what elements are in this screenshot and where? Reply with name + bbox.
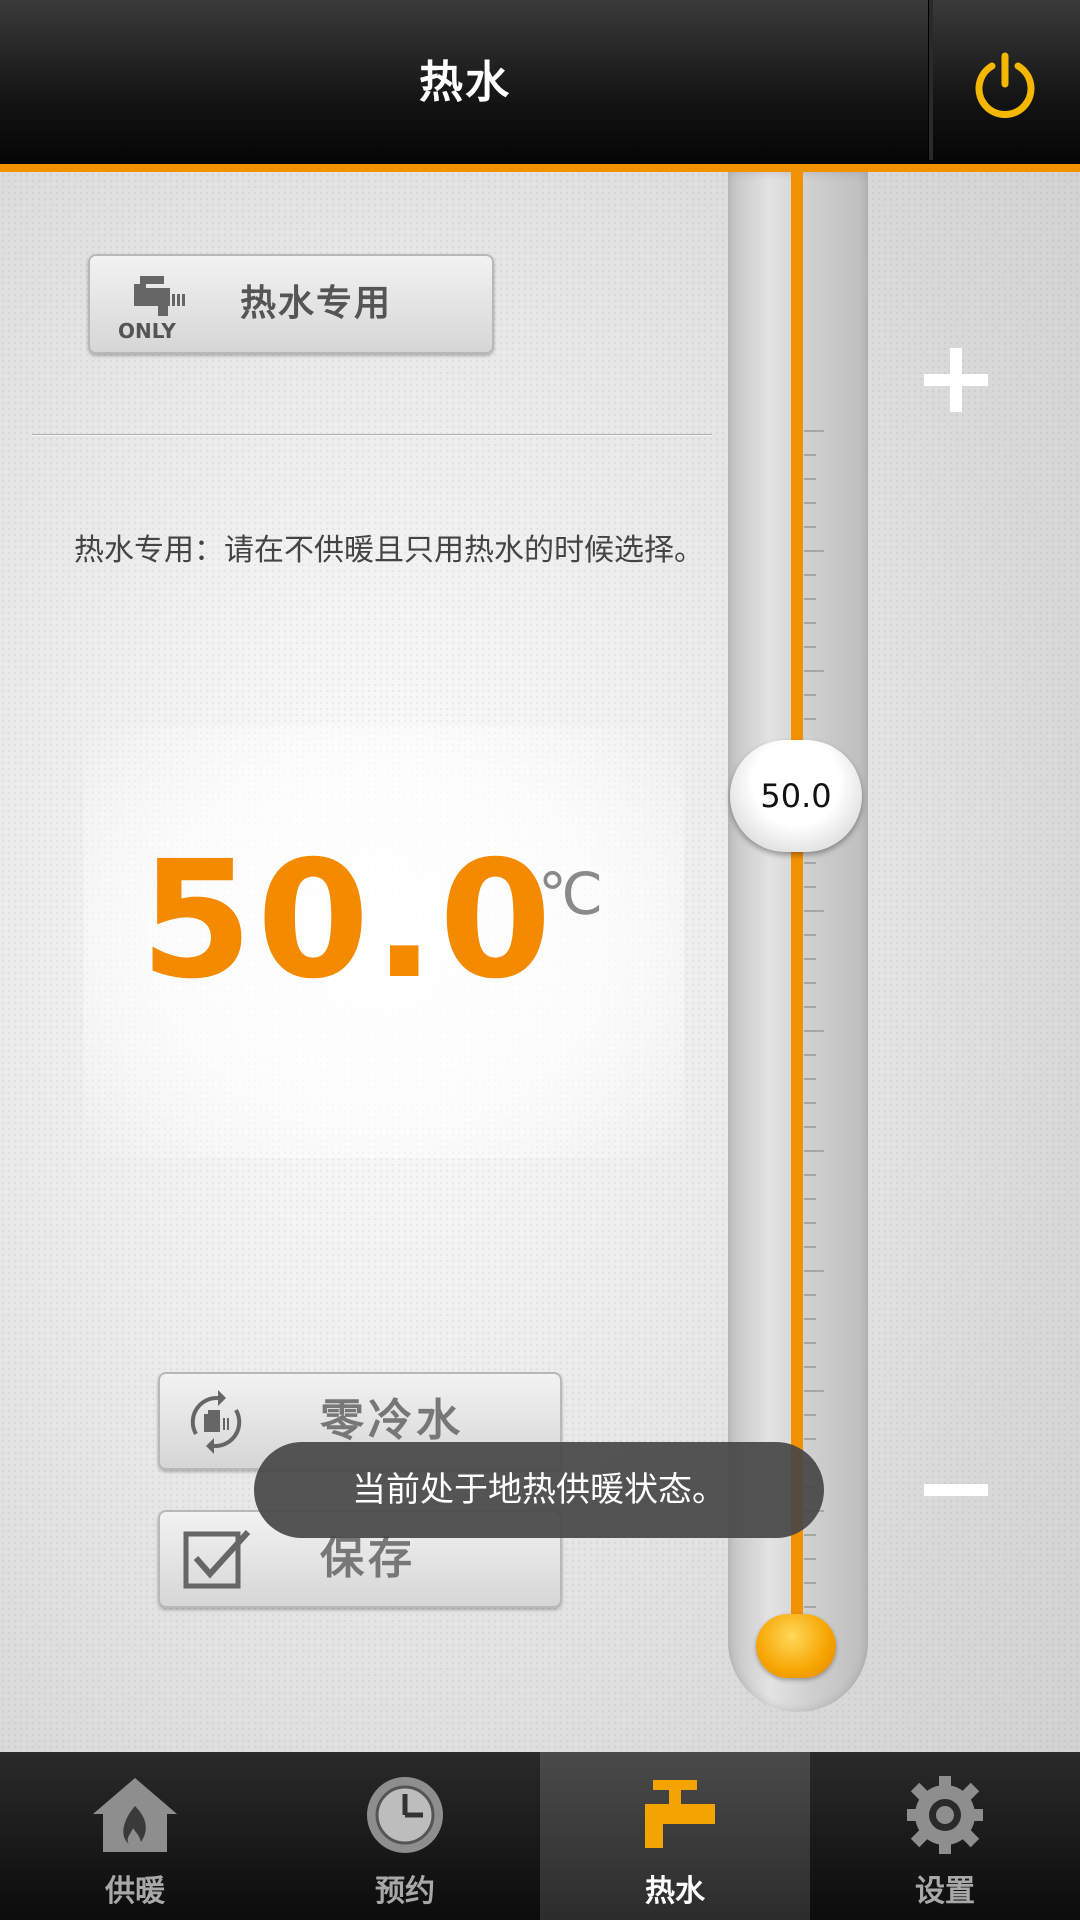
slider-tick: [804, 1174, 816, 1176]
plus-icon[interactable]: [920, 344, 992, 416]
power-button[interactable]: [940, 30, 1070, 140]
nav-label-heating: 供暖: [105, 1874, 165, 1909]
slider-tick: [804, 862, 816, 864]
slider-tick: [804, 454, 816, 456]
slider-tick: [804, 1366, 816, 1368]
slider-tick: [804, 574, 816, 576]
slider-tick: [804, 1222, 816, 1224]
house-flame-icon: [93, 1778, 177, 1852]
clock-icon: [367, 1777, 443, 1853]
slider-tick: [804, 982, 816, 984]
temperature-slider-fill: [791, 172, 803, 1642]
mode-description: 热水专用：请在不供暖且只用热水的时候选择。: [74, 533, 704, 568]
slider-tick: [804, 1606, 816, 1608]
faucet-icon: [645, 1780, 715, 1848]
temperature-slider-knob[interactable]: 50.0: [730, 740, 862, 852]
slider-tick: [804, 1558, 816, 1560]
slider-tick: [804, 910, 824, 912]
slider-tick: [804, 646, 816, 648]
slider-tick: [804, 526, 816, 528]
faucet-only-icon: ONLY: [118, 276, 185, 340]
nav-label-schedule: 预约: [375, 1874, 435, 1909]
checkbox-icon: [183, 1529, 251, 1589]
slider-tick: [804, 430, 824, 432]
slider-tick: [804, 550, 824, 552]
slider-tick: [804, 1030, 824, 1032]
page-title: 热水: [419, 57, 511, 108]
slider-tick: [804, 1294, 816, 1296]
slider-tick: [804, 1198, 816, 1200]
slider-tick: [804, 598, 816, 600]
thermometer-bulb: [756, 1614, 836, 1678]
only-text: ONLY: [118, 319, 176, 340]
header: 热水: [0, 0, 1080, 166]
slider-tick: [804, 1534, 816, 1536]
nav-label-hot-water: 热水: [645, 1874, 705, 1909]
toast-message: 当前处于地热供暖状态。: [254, 1442, 824, 1538]
slider-tick: [804, 1054, 816, 1056]
power-icon: [975, 52, 1035, 118]
slider-tick: [804, 478, 816, 480]
slider-tick: [804, 1318, 816, 1320]
hot-water-only-label: 热水专用: [240, 283, 393, 324]
slider-tick: [804, 1270, 824, 1272]
slider-tick: [804, 1342, 816, 1344]
nav-label-settings: 设置: [915, 1874, 975, 1909]
slider-tick: [804, 622, 816, 624]
nav-item-heating[interactable]: 供暖: [0, 1752, 270, 1920]
slider-tick: [804, 1246, 816, 1248]
slider-tick: [804, 694, 816, 696]
slider-tick: [804, 1582, 816, 1584]
recycle-faucet-icon: [190, 1390, 242, 1454]
header-accent-line: [0, 164, 1080, 172]
temperature-unit: ℃: [538, 860, 604, 928]
hot-water-only-button[interactable]: ONLY 热水专用: [88, 254, 494, 354]
slider-tick: [804, 1390, 824, 1392]
slider-tick: [804, 1150, 824, 1152]
minus-icon[interactable]: [920, 1470, 992, 1510]
bottom-nav: 供暖 预约 热水 设置: [0, 1752, 1080, 1920]
slider-tick: [804, 1414, 816, 1416]
slider-tick: [804, 1102, 816, 1104]
nav-item-schedule[interactable]: 预约: [270, 1752, 540, 1920]
slider-tick: [804, 1078, 816, 1080]
header-separator: [928, 0, 933, 160]
divider: [32, 434, 712, 436]
gear-icon: [907, 1776, 983, 1854]
slider-tick: [804, 1438, 816, 1440]
nav-item-hot-water[interactable]: 热水: [540, 1752, 810, 1920]
slider-tick: [804, 1006, 816, 1008]
nav-item-settings[interactable]: 设置: [810, 1752, 1080, 1920]
slider-tick: [804, 502, 816, 504]
slider-tick: [804, 886, 816, 888]
temperature-value: 50.0: [140, 827, 556, 1015]
slider-tick: [804, 718, 816, 720]
slider-tick: [804, 958, 816, 960]
slider-tick: [804, 1126, 816, 1128]
slider-tick: [804, 934, 816, 936]
slider-tick: [804, 670, 824, 672]
